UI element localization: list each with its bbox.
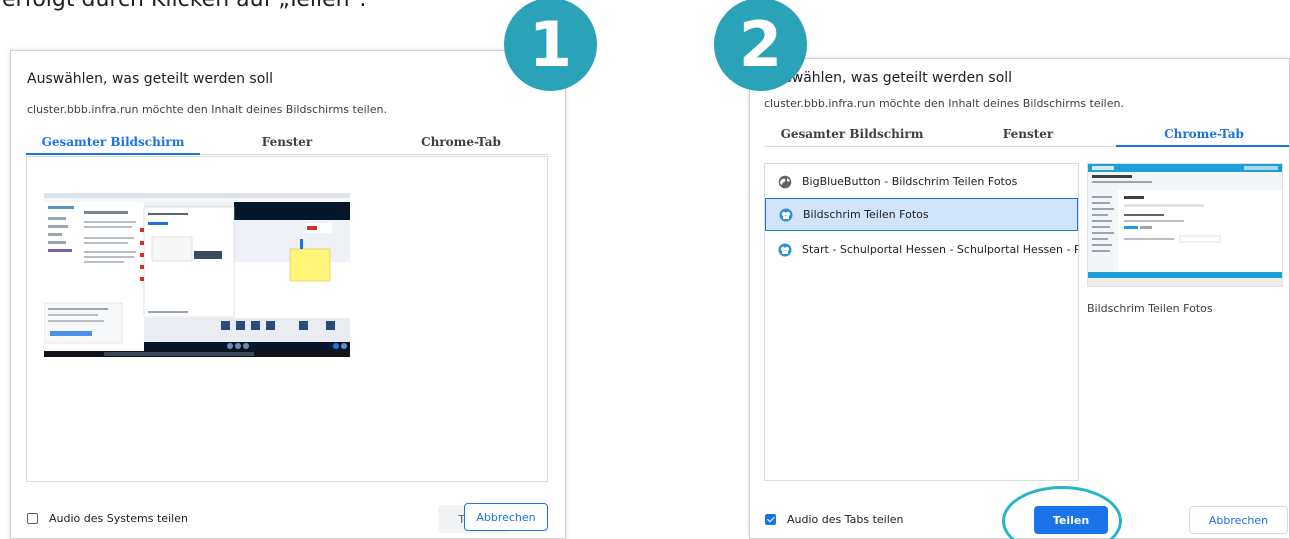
bbb-favicon-icon	[779, 208, 793, 221]
tab-window[interactable]: Fenster	[940, 123, 1116, 146]
tab-window[interactable]: Fenster	[200, 131, 374, 154]
screen-thumbnail-image	[44, 193, 350, 357]
audio-system-label: Audio des Systems teilen	[49, 512, 188, 525]
list-item-label: BigBlueButton - Bildschrim Teilen Fotos	[802, 175, 1018, 188]
audio-system-checkbox[interactable]	[27, 513, 38, 524]
step-badge-1: 1	[504, 0, 597, 91]
screen-picker-panel	[26, 156, 548, 482]
tab-chrome-tab[interactable]: Chrome-Tab	[374, 131, 548, 154]
list-item-tab-3[interactable]: Start - Schulportal Hessen - Schulportal…	[765, 233, 1078, 266]
audio-option[interactable]: Audio des Systems teilen	[27, 512, 188, 525]
list-item-label: Bildschrim Teilen Fotos	[803, 208, 929, 221]
bbb-favicon-icon	[778, 243, 792, 256]
dialog-subtitle: cluster.bbb.infra.run möchte den Inhalt …	[764, 97, 1124, 110]
preview-caption: Bildschrim Teilen Fotos	[1087, 302, 1213, 315]
list-item-tab-2-selected[interactable]: Bildschrim Teilen Fotos	[765, 198, 1078, 231]
audio-tab-checkbox[interactable]	[765, 514, 776, 525]
audio-tab-label: Audio des Tabs teilen	[787, 513, 904, 526]
tab-entire-screen[interactable]: Gesamter Bildschirm	[26, 131, 200, 155]
audio-option[interactable]: Audio des Tabs teilen	[765, 513, 904, 526]
dialog-subtitle: cluster.bbb.infra.run möchte den Inhalt …	[27, 103, 387, 116]
globe-icon	[778, 175, 792, 188]
list-item-label: Start - Schulportal Hessen - Schulportal…	[802, 243, 1078, 256]
intro-text: erfolgt durch Klicken auf „Teilen“.	[2, 0, 366, 12]
tab-list-panel: BigBlueButton - Bildschrim Teilen Fotos …	[764, 163, 1079, 481]
tab-chrome-tab[interactable]: Chrome-Tab	[1116, 123, 1289, 147]
share-dialog-step2: Auswählen, was geteilt werden soll clust…	[749, 58, 1290, 539]
tab-entire-screen[interactable]: Gesamter Bildschirm	[764, 123, 940, 146]
screen-thumbnail[interactable]	[44, 193, 350, 357]
cancel-button-step2[interactable]: Abbrechen	[1189, 506, 1288, 534]
dialog-title: Auswählen, was geteilt werden soll	[27, 71, 274, 87]
list-item-tab-1[interactable]: BigBlueButton - Bildschrim Teilen Fotos	[765, 165, 1078, 198]
cancel-button-step1[interactable]: Abbrechen	[464, 503, 548, 531]
tab-preview-thumbnail	[1087, 163, 1283, 287]
source-tabs: Gesamter Bildschirm Fenster Chrome-Tab	[764, 123, 1289, 147]
share-dialog-step1: Auswählen, was geteilt werden soll clust…	[10, 50, 566, 539]
step-badge-2: 2	[714, 0, 807, 91]
dialog-title: Auswählen, was geteilt werden soll	[766, 70, 1013, 86]
tab-preview-image	[1088, 164, 1282, 286]
source-tabs: Gesamter Bildschirm Fenster Chrome-Tab	[26, 131, 548, 155]
